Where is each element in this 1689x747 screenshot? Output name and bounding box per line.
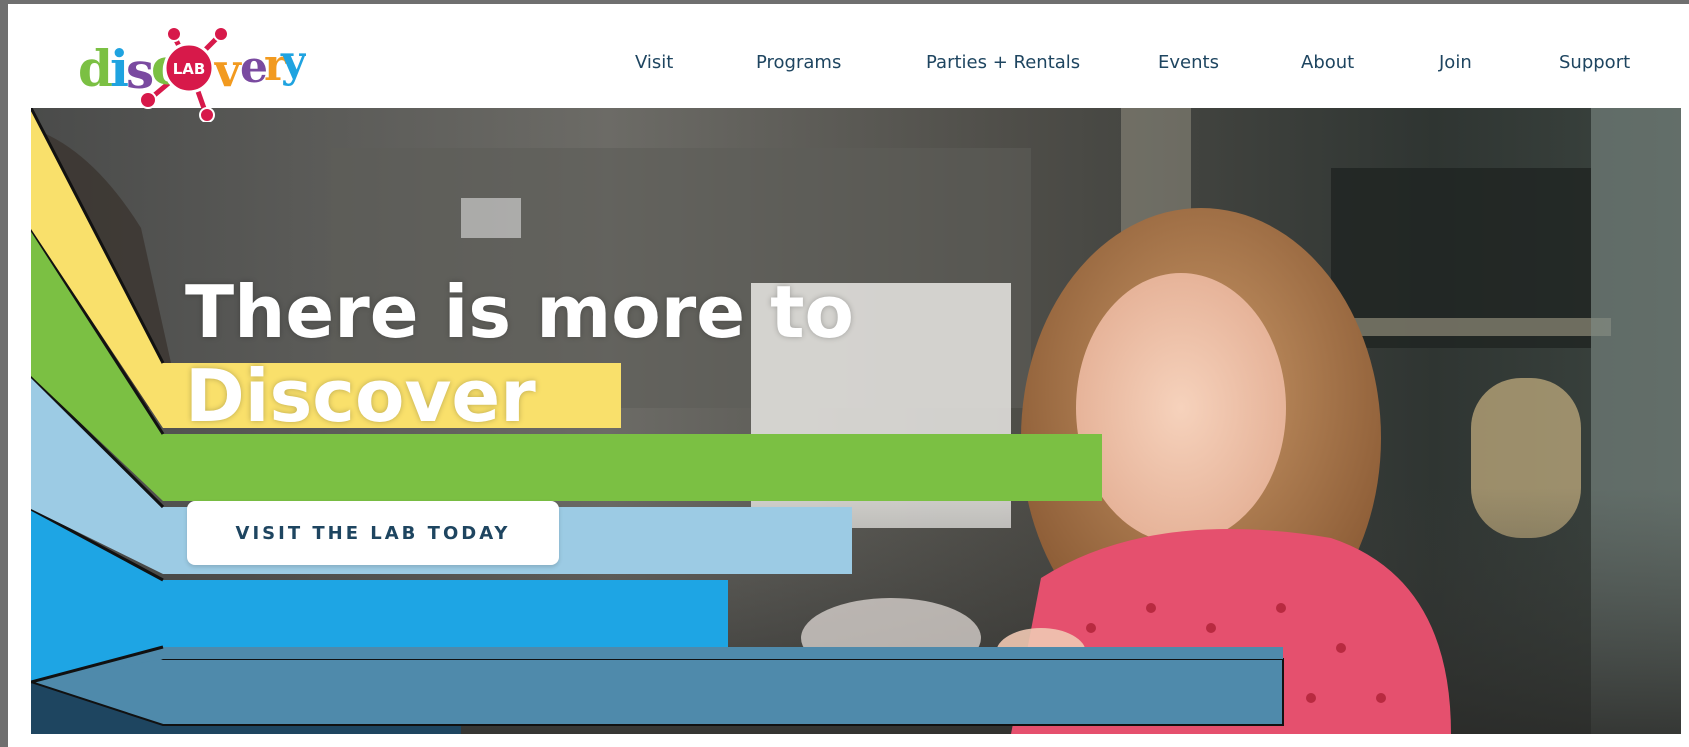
hero-headline-line1: There is more to	[185, 270, 854, 354]
svg-text:s: s	[126, 41, 154, 100]
visit-the-lab-button[interactable]: VISIT THE LAB TODAY	[187, 501, 559, 565]
nav-about[interactable]: About	[1301, 52, 1354, 73]
site-header: d i s c v e r y LAB Visit Programs Parti…	[8, 4, 1689, 123]
nav-support[interactable]: Support	[1559, 52, 1630, 73]
browser-viewport: d i s c v e r y LAB Visit Programs Parti…	[8, 4, 1689, 747]
nav-events[interactable]: Events	[1158, 52, 1219, 73]
hero-headline-line2: Discover	[185, 354, 536, 438]
svg-text:d: d	[78, 39, 113, 98]
nav-visit[interactable]: Visit	[635, 52, 673, 73]
svg-text:LAB: LAB	[173, 60, 206, 78]
hero-banner: There is more to Discover VISIT THE LAB …	[31, 108, 1681, 734]
discovery-lab-logo[interactable]: d i s c v e r y LAB	[76, 22, 308, 123]
nav-parties-rentals[interactable]: Parties + Rentals	[926, 52, 1080, 73]
nav-join[interactable]: Join	[1439, 52, 1472, 73]
svg-text:y: y	[280, 36, 306, 87]
nav-programs[interactable]: Programs	[756, 52, 841, 73]
svg-text:v: v	[213, 43, 242, 97]
logo-graphic: d i s c v e r y LAB	[78, 26, 308, 123]
